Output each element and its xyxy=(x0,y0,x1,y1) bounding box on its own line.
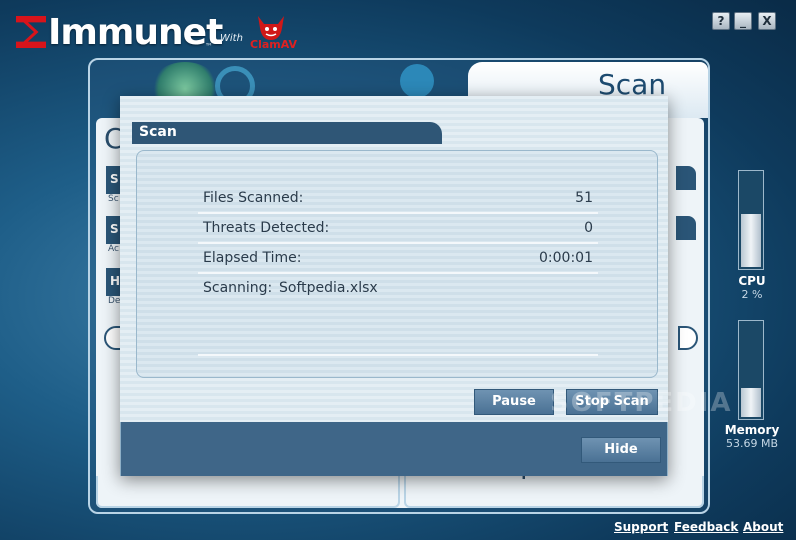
help-button[interactable]: ? xyxy=(712,12,730,30)
cpu-gauge xyxy=(738,170,764,270)
elapsed-time-value: 0:00:01 xyxy=(539,250,593,266)
scanning-label: Scanning: xyxy=(203,280,273,296)
feedback-link[interactable]: Feedback xyxy=(674,520,738,534)
pause-button[interactable]: Pause xyxy=(474,389,554,415)
divider xyxy=(198,354,598,356)
background-right-tab xyxy=(676,216,696,240)
minimize-button[interactable]: _ xyxy=(734,12,752,30)
memory-gauge-fill xyxy=(741,387,761,417)
threats-detected-row: Threats Detected: 0 xyxy=(198,214,598,244)
threats-detected-label: Threats Detected: xyxy=(203,220,330,236)
background-right-tab xyxy=(676,166,696,190)
app-header: Immunet ™ With ClamAV ? _ X xyxy=(0,0,796,58)
memory-gauge xyxy=(738,320,764,420)
softpedia-watermark: SOFTPEDIA xyxy=(550,388,733,418)
hide-button[interactable]: Hide xyxy=(581,437,661,463)
memory-label: Memory xyxy=(724,423,780,437)
with-label: With xyxy=(220,33,243,44)
memory-value: 53.69 MB xyxy=(725,437,779,450)
scanning-file: Softpedia.xlsx xyxy=(279,280,378,296)
files-scanned-row: Files Scanned: 51 xyxy=(198,184,598,214)
elapsed-time-label: Elapsed Time: xyxy=(203,250,302,266)
background-row-sub: Sc xyxy=(108,194,119,204)
cpu-value: 2 % xyxy=(741,288,763,301)
status-panel-right xyxy=(404,476,704,508)
brand-name: Immunet xyxy=(48,12,223,53)
elapsed-time-row: Elapsed Time: 0:00:01 xyxy=(198,244,598,274)
files-scanned-value: 51 xyxy=(575,190,593,206)
about-link[interactable]: About xyxy=(743,520,783,534)
cpu-gauge-fill xyxy=(741,214,761,267)
scan-dialog-title: Scan xyxy=(132,122,442,144)
files-scanned-label: Files Scanned: xyxy=(203,190,304,206)
close-button[interactable]: X xyxy=(758,12,776,30)
decorative-dot-icon xyxy=(400,64,434,98)
status-panel-left xyxy=(96,476,400,508)
support-link[interactable]: Support xyxy=(614,520,668,534)
clamav-label: ClamAV xyxy=(250,38,298,51)
brand-trademark: ™ xyxy=(205,42,213,51)
immunet-logo-icon xyxy=(16,16,46,48)
scanning-row: Scanning: Softpedia.xlsx xyxy=(198,274,598,304)
background-row-sub: Ac xyxy=(108,244,119,254)
cpu-label: CPU xyxy=(738,274,766,288)
threats-detected-value: 0 xyxy=(584,220,593,236)
background-row-sub: De xyxy=(108,296,121,306)
